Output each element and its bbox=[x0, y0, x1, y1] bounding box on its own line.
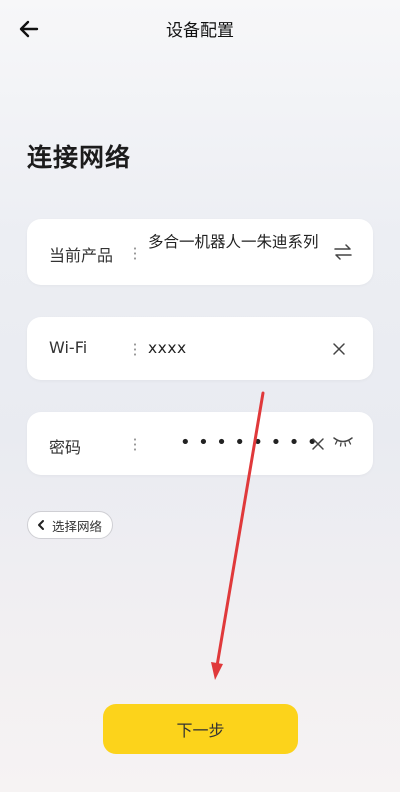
select-network-label: 选择网络 bbox=[52, 518, 103, 534]
password-input[interactable]: •••••••• bbox=[180, 432, 325, 453]
eye-closed-icon[interactable] bbox=[333, 435, 353, 447]
annotation-arrow bbox=[211, 391, 265, 680]
swap-icon[interactable] bbox=[333, 242, 353, 262]
field-separator bbox=[134, 246, 136, 260]
next-button-label: 下一步 bbox=[176, 721, 225, 740]
password-label: 密码 bbox=[49, 438, 82, 457]
field-separator bbox=[134, 342, 136, 356]
chevron-left-icon bbox=[38, 520, 44, 530]
wifi-field[interactable]: Wi-Fi xxxx bbox=[27, 317, 373, 380]
password-field[interactable]: 密码 •••••••• bbox=[27, 412, 373, 475]
header: 设备配置 bbox=[0, 0, 400, 56]
section-heading: 连接网络 bbox=[27, 143, 132, 172]
field-separator bbox=[134, 437, 136, 451]
product-field[interactable]: 当前产品 多合一机器人一朱迪系列 bbox=[27, 219, 373, 285]
wifi-input[interactable]: xxxx bbox=[148, 339, 187, 357]
page-title: 设备配置 bbox=[166, 21, 234, 41]
clear-icon[interactable] bbox=[311, 437, 325, 451]
select-network-button[interactable]: 选择网络 bbox=[27, 511, 114, 539]
next-button[interactable]: 下一步 bbox=[103, 704, 298, 754]
wifi-label: Wi-Fi bbox=[49, 338, 88, 357]
product-value: 多合一机器人一朱迪系列 bbox=[148, 233, 319, 251]
product-label: 当前产品 bbox=[49, 246, 114, 265]
clear-icon[interactable] bbox=[332, 342, 346, 356]
